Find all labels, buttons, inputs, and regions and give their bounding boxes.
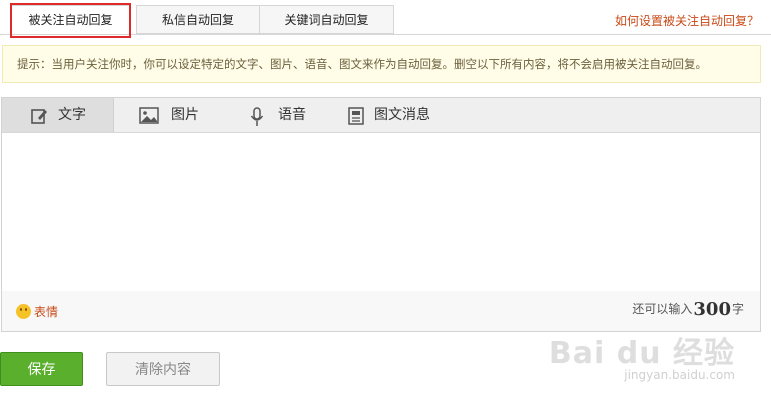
tab-article[interactable]: 图文消息: [324, 98, 444, 132]
counter-prefix: 还可以输入: [632, 302, 693, 316]
tab-keyword-auto-reply[interactable]: 关键词自动回复: [259, 5, 394, 34]
reply-editor: 文字 图片 语音 图文消息 表情 还可以输入300字: [1, 97, 761, 332]
tab-text[interactable]: 文字: [2, 98, 114, 132]
content-type-tabs: 文字 图片 语音 图文消息: [2, 98, 760, 133]
tab-article-label: 图文消息: [374, 107, 430, 123]
tab-image[interactable]: 图片: [114, 98, 224, 132]
tab-message-auto-reply[interactable]: 私信自动回复: [136, 5, 260, 34]
article-icon: [348, 107, 364, 125]
tab-voice-label: 语音: [278, 107, 306, 123]
tab-image-label: 图片: [171, 107, 199, 123]
clear-content-button[interactable]: 清除内容: [106, 352, 220, 386]
edit-icon: [31, 109, 47, 124]
smiley-icon: [16, 304, 31, 319]
emoji-label: 表情: [34, 305, 59, 319]
tab-voice[interactable]: 语音: [224, 98, 324, 132]
tab-follow-auto-reply[interactable]: 被关注自动回复: [10, 5, 131, 35]
microphone-icon: [250, 107, 264, 126]
watermark-brand: Bai du 经验: [548, 336, 735, 371]
tab-text-label: 文字: [58, 107, 86, 123]
emoji-button[interactable]: 表情: [16, 303, 58, 320]
counter-suffix: 字: [731, 302, 744, 316]
save-button[interactable]: 保存: [0, 352, 83, 386]
tabs-divider: [0, 34, 771, 35]
watermark: Bai du 经验 jingyan.baidu.com: [549, 328, 735, 382]
editor-footer: 表情 还可以输入300字: [2, 291, 760, 331]
counter-value: 300: [693, 299, 731, 320]
tip-banner: 提示：当用户关注你时，你可以设定特定的文字、图片、语音、图文来作为自动回复。删空…: [2, 45, 761, 83]
help-link[interactable]: 如何设置被关注自动回复？: [615, 12, 759, 29]
reply-text-area[interactable]: [2, 133, 760, 291]
image-icon: [139, 107, 159, 124]
char-counter: 还可以输入300字: [632, 299, 744, 320]
